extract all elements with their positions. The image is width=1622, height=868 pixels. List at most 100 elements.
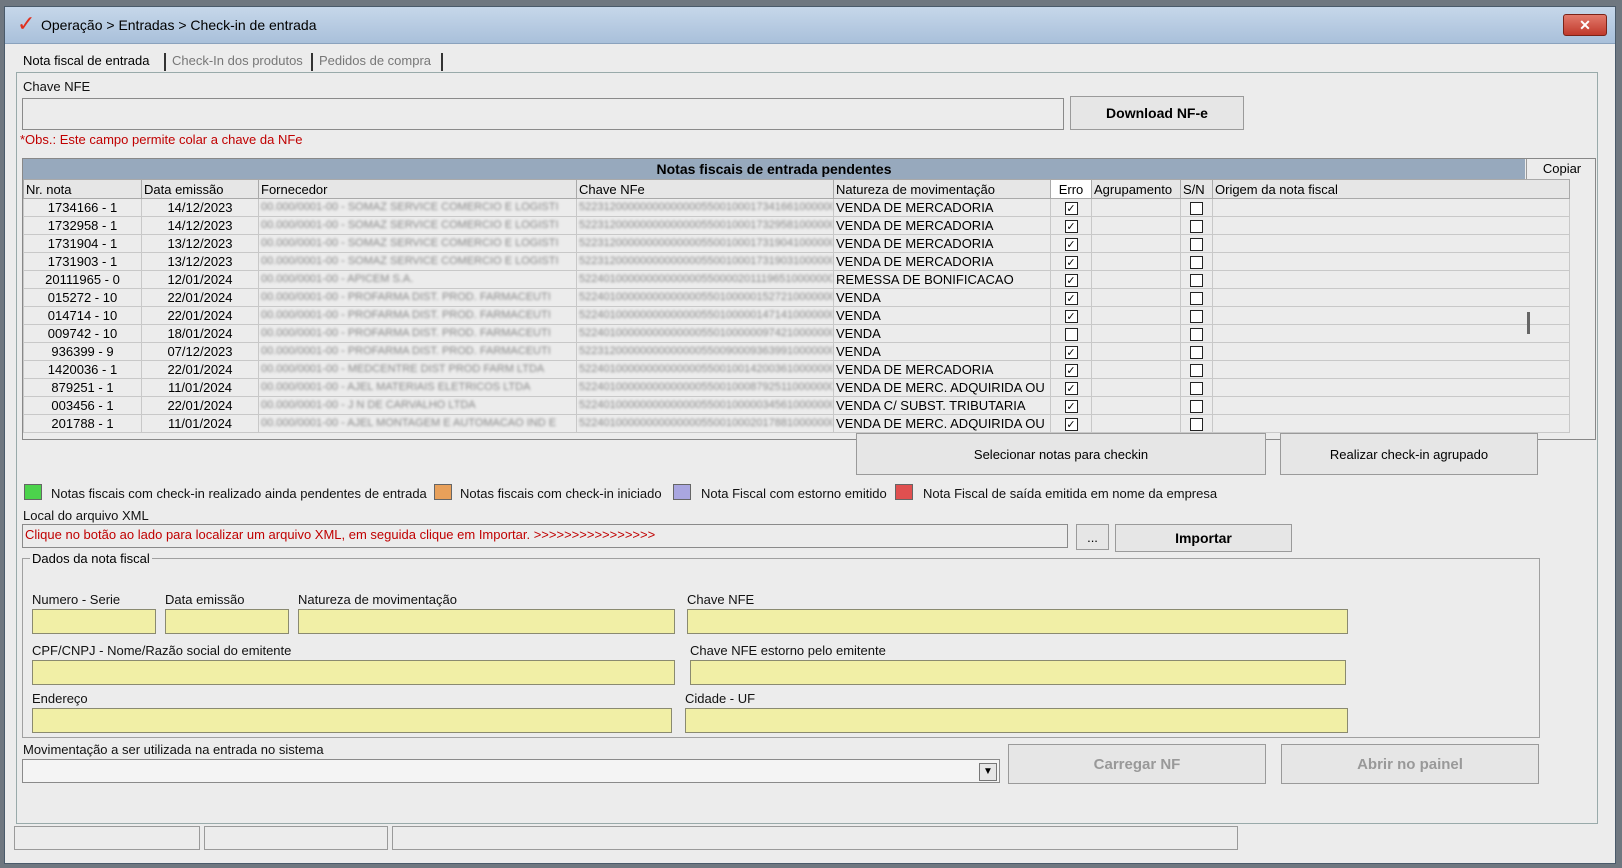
cell-fornecedor[interactable]: 00.000/0001-00 - MEDCENTRE DIST PROD FAR… — [258, 360, 577, 379]
cell-agrupamento[interactable] — [1091, 378, 1181, 397]
cell-fornecedor[interactable]: 00.000/0001-00 - PROFARMA DIST. PROD. FA… — [258, 288, 577, 307]
cell-origem[interactable] — [1212, 234, 1570, 253]
cell-natureza[interactable]: VENDA DE MERCADORIA — [833, 234, 1051, 253]
cell-natureza[interactable]: VENDA — [833, 288, 1051, 307]
cell-natureza[interactable]: VENDA DE MERCADORIA — [833, 252, 1051, 271]
erro-checkbox[interactable]: ✓ — [1064, 310, 1078, 324]
sn-checkbox[interactable] — [1190, 220, 1203, 234]
cell-nr-nota[interactable]: 1732958 - 1 — [23, 216, 142, 235]
erro-checkbox[interactable]: ✓ — [1064, 346, 1078, 360]
cell-data-emissao[interactable]: 11/01/2024 — [141, 414, 259, 433]
column-header[interactable]: Agrupamento — [1091, 179, 1181, 199]
table-row[interactable]: 1731904 - 1 13/12/2023 00.000/0001-00 - SO… — [23, 234, 1570, 253]
sn-checkbox[interactable] — [1190, 400, 1203, 414]
grouped-checkin-button[interactable]: Realizar check-in agrupado — [1280, 433, 1538, 475]
table-row[interactable]: 009742 - 10 18/01/2024 00.000/0001-00 - PR… — [23, 324, 1570, 343]
cell-chave-nfe[interactable]: 5224010000000000000055010000014714100000… — [576, 306, 834, 325]
sn-checkbox[interactable] — [1190, 382, 1203, 396]
sn-checkbox[interactable] — [1190, 256, 1203, 270]
cell-fornecedor[interactable]: 00.000/0001-00 - J N DE CARVALHO LTDA — [258, 396, 577, 415]
close-button[interactable]: ✕ — [1563, 14, 1607, 36]
column-header[interactable]: Data emissão — [141, 179, 259, 199]
erro-checkbox[interactable]: ✓ — [1064, 202, 1078, 216]
table-row[interactable]: 20111965 - 0 12/01/2024 00.000/0001-00 - A… — [23, 270, 1570, 289]
cell-chave-nfe[interactable]: 5224010000000000000055010000015272100000… — [576, 288, 834, 307]
cell-agrupamento[interactable] — [1091, 288, 1181, 307]
cell-fornecedor[interactable]: 00.000/0001-00 - PROFARMA DIST. PROD. FA… — [258, 342, 577, 361]
sn-checkbox[interactable] — [1190, 274, 1203, 288]
browse-xml-button[interactable]: ... — [1076, 524, 1109, 550]
sn-checkbox[interactable] — [1190, 418, 1203, 432]
cell-chave-nfe[interactable]: 5223120000000000000055001000173416610000… — [576, 198, 834, 217]
cell-data-emissao[interactable]: 07/12/2023 — [141, 342, 259, 361]
cell-fornecedor[interactable]: 00.000/0001-00 - PROFARMA DIST. PROD. FA… — [258, 306, 577, 325]
cell-chave-nfe[interactable]: 5224010000000000000055001000201788100000… — [576, 414, 834, 433]
cell-data-emissao[interactable]: 12/01/2024 — [141, 270, 259, 289]
cell-nr-nota[interactable]: 1731904 - 1 — [23, 234, 142, 253]
table-row[interactable]: 1732958 - 1 14/12/2023 00.000/0001-00 - SO… — [23, 216, 1570, 235]
erro-checkbox[interactable]: ✓ — [1064, 220, 1078, 234]
cell-origem[interactable] — [1212, 360, 1570, 379]
chave-estorno-field[interactable] — [690, 660, 1346, 685]
cell-nr-nota[interactable]: 009742 - 10 — [23, 324, 142, 343]
erro-checkbox[interactable]: ✓ — [1064, 400, 1078, 414]
cell-data-emissao[interactable]: 22/01/2024 — [141, 288, 259, 307]
cell-agrupamento[interactable] — [1091, 360, 1181, 379]
carregar-nf-button[interactable]: Carregar NF — [1008, 744, 1266, 784]
cell-agrupamento[interactable] — [1091, 234, 1181, 253]
download-nfe-button[interactable]: Download NF-e — [1070, 96, 1244, 130]
natureza-field[interactable] — [298, 609, 675, 634]
chave-nfe-input[interactable] — [22, 98, 1064, 130]
cell-chave-nfe[interactable]: 5223120000000000000055001000173190310000… — [576, 252, 834, 271]
cell-natureza[interactable]: VENDA — [833, 306, 1051, 325]
xml-path-input[interactable]: Clique no botão ao lado para localizar u… — [22, 524, 1068, 548]
cell-chave-nfe[interactable]: 5223120000000000000055001000173190410000… — [576, 234, 834, 253]
cell-agrupamento[interactable] — [1091, 324, 1181, 343]
erro-checkbox[interactable]: ✓ — [1064, 382, 1078, 396]
cell-chave-nfe[interactable]: 5224010000000000000055010000009742100000… — [576, 324, 834, 343]
data-emissao-field[interactable] — [165, 609, 289, 634]
cell-fornecedor[interactable]: 00.000/0001-00 - SOMAZ SERVICE COMERCIO … — [258, 198, 577, 217]
cell-data-emissao[interactable]: 22/01/2024 — [141, 306, 259, 325]
column-header[interactable]: Origem da nota fiscal — [1212, 179, 1570, 199]
cell-natureza[interactable]: VENDA DE MERCADORIA — [833, 360, 1051, 379]
cell-data-emissao[interactable]: 14/12/2023 — [141, 216, 259, 235]
cell-nr-nota[interactable]: 936399 - 9 — [23, 342, 142, 361]
cell-natureza[interactable]: VENDA DE MERCADORIA — [833, 198, 1051, 217]
table-row[interactable]: 1734166 - 1 14/12/2023 00.000/0001-00 - SO… — [23, 198, 1570, 217]
cell-agrupamento[interactable] — [1091, 306, 1181, 325]
cell-origem[interactable] — [1212, 252, 1570, 271]
column-header[interactable]: Fornecedor — [258, 179, 577, 199]
cell-nr-nota[interactable]: 1420036 - 1 — [23, 360, 142, 379]
sn-checkbox[interactable] — [1190, 364, 1203, 378]
erro-checkbox[interactable]: ✓ — [1064, 418, 1078, 432]
chevron-down-icon[interactable]: ▼ — [979, 763, 997, 781]
sn-checkbox[interactable] — [1190, 310, 1203, 324]
table-row[interactable]: 936399 - 9 07/12/2023 00.000/0001-00 - PRO… — [23, 342, 1570, 361]
cell-data-emissao[interactable]: 13/12/2023 — [141, 252, 259, 271]
cell-natureza[interactable]: VENDA — [833, 342, 1051, 361]
cell-origem[interactable] — [1212, 216, 1570, 235]
cell-agrupamento[interactable] — [1091, 270, 1181, 289]
import-xml-button[interactable]: Importar — [1115, 524, 1292, 552]
cell-chave-nfe[interactable]: 5224010000000000000055000020111965100000… — [576, 270, 834, 289]
sn-checkbox[interactable] — [1190, 202, 1203, 216]
cell-data-emissao[interactable]: 18/01/2024 — [141, 324, 259, 343]
erro-checkbox[interactable] — [1064, 328, 1078, 342]
erro-checkbox[interactable]: ✓ — [1064, 364, 1078, 378]
cell-origem[interactable] — [1212, 342, 1570, 361]
erro-checkbox[interactable]: ✓ — [1064, 274, 1078, 288]
sn-checkbox[interactable] — [1190, 238, 1203, 252]
cell-fornecedor[interactable]: 00.000/0001-00 - SOMAZ SERVICE COMERCIO … — [258, 234, 577, 253]
cell-agrupamento[interactable] — [1091, 396, 1181, 415]
column-header[interactable]: Erro — [1050, 179, 1092, 199]
cell-nr-nota[interactable]: 1731903 - 1 — [23, 252, 142, 271]
cell-nr-nota[interactable]: 003456 - 1 — [23, 396, 142, 415]
cell-origem[interactable] — [1212, 288, 1570, 307]
column-header[interactable]: Nr. nota — [23, 179, 142, 199]
movimentacao-select[interactable]: ▼ — [22, 759, 1000, 783]
erro-checkbox[interactable]: ✓ — [1064, 292, 1078, 306]
table-row[interactable]: 1731903 - 1 13/12/2023 00.000/0001-00 - SO… — [23, 252, 1570, 271]
cell-fornecedor[interactable]: 00.000/0001-00 - AJEL MATERIAIS ELETRICO… — [258, 378, 577, 397]
table-row[interactable]: 1420036 - 1 22/01/2024 00.000/0001-00 - ME… — [23, 360, 1570, 379]
